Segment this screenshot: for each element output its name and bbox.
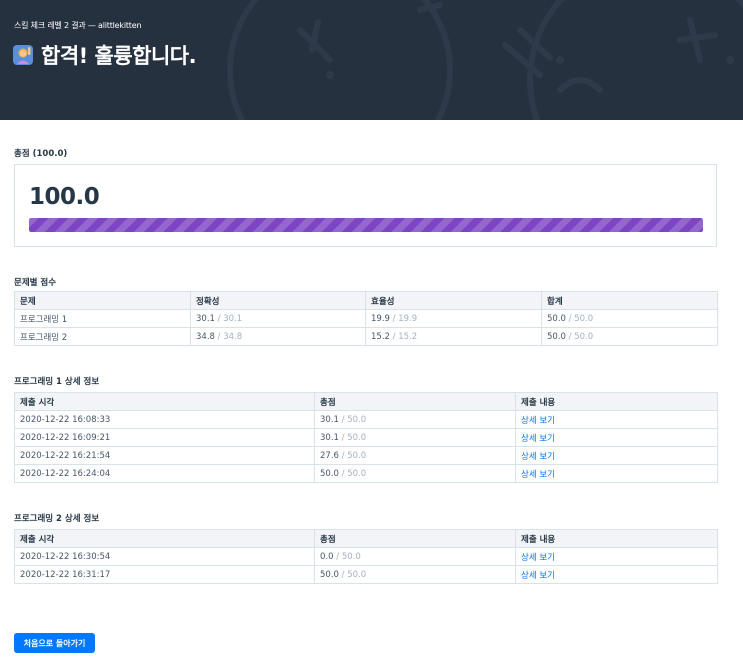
submission-time: 2020-12-22 16:30:54 bbox=[14, 547, 315, 566]
efficiency-cell: 15.2 / 15.2 bbox=[365, 327, 542, 346]
column-header: 총점 bbox=[314, 529, 516, 548]
view-details-link[interactable]: 상세 보기 bbox=[521, 452, 555, 462]
table-row: 2020-12-22 16:21:54 27.6 / 50.0 상세 보기 bbox=[14, 446, 718, 465]
problem-name: 프로그래밍 2 bbox=[14, 327, 191, 346]
column-header: 문제 bbox=[14, 291, 191, 310]
problem-1-details-table: 제출 시각 총점 제출 내용 2020-12-22 16:08:33 30.1 … bbox=[14, 392, 718, 483]
view-details-link[interactable]: 상세 보기 bbox=[521, 470, 555, 480]
view-details-link[interactable]: 상세 보기 bbox=[521, 571, 555, 581]
table-row: 2020-12-22 16:09:21 30.1 / 50.0 상세 보기 bbox=[14, 428, 718, 447]
view-details-link[interactable]: 상세 보기 bbox=[521, 434, 555, 444]
submission-score: 50.0 / 50.0 bbox=[314, 464, 516, 483]
submission-score: 0.0 / 50.0 bbox=[314, 547, 516, 566]
total-cell: 50.0 / 50.0 bbox=[541, 309, 718, 328]
submission-time: 2020-12-22 16:21:54 bbox=[14, 446, 315, 465]
problem-name: 프로그래밍 1 bbox=[14, 309, 191, 328]
score-progress-fill bbox=[29, 218, 703, 232]
table-row: 프로그래밍 2 34.8 / 34.8 15.2 / 15.2 50.0 / 5… bbox=[14, 327, 718, 346]
submission-link-cell: 상세 보기 bbox=[515, 410, 718, 429]
submission-time: 2020-12-22 16:09:21 bbox=[14, 428, 315, 447]
problem-2-details-table: 제출 시각 총점 제출 내용 2020-12-22 16:30:54 0.0 /… bbox=[14, 529, 718, 584]
submission-time: 2020-12-22 16:08:33 bbox=[14, 410, 315, 429]
column-header: 정확성 bbox=[190, 291, 366, 310]
score-progress-bar bbox=[29, 218, 703, 232]
back-to-start-button[interactable]: 처음으로 돌아가기 bbox=[14, 633, 95, 653]
result-header: 스킬 체크 레벨 2 결과 — alittlekitten 합격! 훌륭합니다. bbox=[0, 0, 743, 120]
submission-link-cell: 상세 보기 bbox=[515, 428, 718, 447]
table-row: 프로그래밍 1 30.1 / 30.1 19.9 / 19.9 50.0 / 5… bbox=[14, 309, 718, 328]
header-title-row: 합격! 훌륭합니다. bbox=[13, 40, 197, 70]
submission-link-cell: 상세 보기 bbox=[515, 565, 718, 584]
column-header: 합계 bbox=[541, 291, 718, 310]
submission-score: 50.0 / 50.0 bbox=[314, 565, 516, 584]
header-subtitle: 스킬 체크 레벨 2 결과 — alittlekitten bbox=[14, 21, 142, 30]
submission-link-cell: 상세 보기 bbox=[515, 464, 718, 483]
submission-link-cell: 상세 보기 bbox=[515, 547, 718, 566]
column-header: 제출 내용 bbox=[515, 529, 718, 548]
submission-time: 2020-12-22 16:31:17 bbox=[14, 565, 315, 584]
total-score-label: 총점 (100.0) bbox=[14, 149, 68, 159]
column-header: 효율성 bbox=[365, 291, 542, 310]
efficiency-cell: 19.9 / 19.9 bbox=[365, 309, 542, 328]
view-details-link[interactable]: 상세 보기 bbox=[521, 553, 555, 563]
submission-score: 30.1 / 50.0 bbox=[314, 428, 516, 447]
table-row: 2020-12-22 16:24:04 50.0 / 50.0 상세 보기 bbox=[14, 464, 718, 483]
column-header: 제출 시각 bbox=[14, 392, 315, 411]
view-details-link[interactable]: 상세 보기 bbox=[521, 416, 555, 426]
table-header-row: 제출 시각 총점 제출 내용 bbox=[14, 392, 718, 411]
total-score-value: 100.0 bbox=[29, 184, 100, 210]
problem-2-details-label: 프로그래밍 2 상세 정보 bbox=[14, 514, 100, 524]
table-row: 2020-12-22 16:08:33 30.1 / 50.0 상세 보기 bbox=[14, 410, 718, 429]
total-cell: 50.0 / 50.0 bbox=[541, 327, 718, 346]
table-header-row: 제출 시각 총점 제출 내용 bbox=[14, 529, 718, 548]
accuracy-cell: 34.8 / 34.8 bbox=[190, 327, 366, 346]
submission-time: 2020-12-22 16:24:04 bbox=[14, 464, 315, 483]
table-row: 2020-12-22 16:31:17 50.0 / 50.0 상세 보기 bbox=[14, 565, 718, 584]
problem-1-details-label: 프로그래밍 1 상세 정보 bbox=[14, 377, 100, 387]
submission-score: 30.1 / 50.0 bbox=[314, 410, 516, 429]
submission-link-cell: 상세 보기 bbox=[515, 446, 718, 465]
total-score-card: 100.0 bbox=[14, 164, 717, 247]
table-row: 2020-12-22 16:30:54 0.0 / 50.0 상세 보기 bbox=[14, 547, 718, 566]
problem-scores-table: 문제 정확성 효율성 합계 프로그래밍 1 30.1 / 30.1 19.9 /… bbox=[14, 291, 718, 346]
problem-scores-label: 문제별 점수 bbox=[14, 278, 57, 288]
submission-score: 27.6 / 50.0 bbox=[314, 446, 516, 465]
person-raising-hand-icon bbox=[13, 45, 33, 65]
table-header-row: 문제 정확성 효율성 합계 bbox=[14, 291, 718, 310]
page-title: 합격! 훌륭합니다. bbox=[41, 44, 197, 68]
column-header: 총점 bbox=[314, 392, 516, 411]
column-header: 제출 내용 bbox=[515, 392, 718, 411]
column-header: 제출 시각 bbox=[14, 529, 315, 548]
accuracy-cell: 30.1 / 30.1 bbox=[190, 309, 366, 328]
